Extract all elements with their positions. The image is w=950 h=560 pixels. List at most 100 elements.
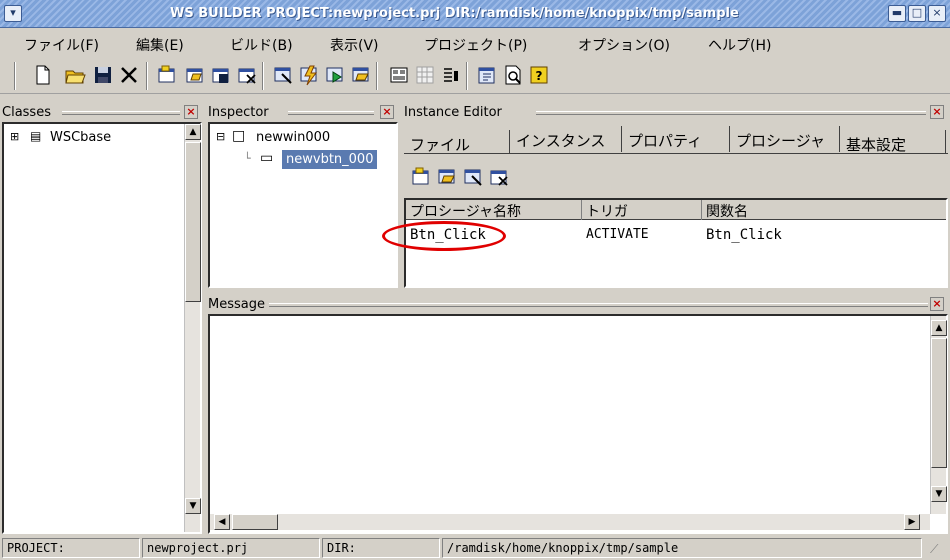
instance-editor-close-icon[interactable]: × <box>930 105 944 119</box>
column-procedure-name[interactable]: プロシージャ名称 <box>406 200 582 220</box>
status-project-label: PROJECT: <box>2 538 140 558</box>
tab-file[interactable]: ファイル <box>404 130 510 154</box>
scroll-up-icon[interactable]: ▲ <box>931 320 947 336</box>
grid-icon[interactable] <box>414 64 436 86</box>
layout-icon[interactable] <box>388 64 410 86</box>
toolbar-separator <box>146 62 148 90</box>
toolbar: ? <box>0 58 950 94</box>
message-area[interactable]: ▲ ▼ ◀ ▶ <box>208 314 948 534</box>
inspector-tree[interactable]: ⊟ □ newwin000 └ ▭ newvbtn_000 <box>208 122 398 288</box>
classes-title: Classes <box>2 105 55 120</box>
toolbar-separator <box>376 62 378 90</box>
tab-basic-settings[interactable]: 基本設定 <box>840 130 946 154</box>
expand-icon[interactable]: ⊞ <box>10 130 19 143</box>
menu-help[interactable]: ヘルプ(H) <box>708 35 771 55</box>
open-procedure-icon[interactable] <box>436 166 458 188</box>
scroll-thumb[interactable] <box>185 142 201 302</box>
scroll-right-icon[interactable]: ▶ <box>904 514 920 530</box>
menu-project[interactable]: プロジェクト(P) <box>424 35 527 55</box>
instance-editor-title: Instance Editor <box>404 105 506 120</box>
inspect-icon[interactable] <box>476 64 498 86</box>
save-icon[interactable] <box>92 64 114 86</box>
menu-bar: ファイル(F) 編集(E) ビルド(B) 表示(V) プロジェクト(P) オプシ… <box>0 30 950 56</box>
message-header: Message × <box>208 296 948 314</box>
inspector-close-icon[interactable]: × <box>380 105 394 119</box>
run-icon[interactable] <box>324 64 346 86</box>
menu-build[interactable]: ビルド(B) <box>230 35 293 55</box>
toolbar-separator <box>14 62 16 90</box>
status-dir-value: /ramdisk/home/knoppix/tmp/sample <box>442 538 922 558</box>
menu-edit[interactable]: 編集(E) <box>136 35 184 55</box>
tab-property[interactable]: プロパティ <box>622 126 730 152</box>
classes-tree[interactable]: ⊞ ▤ WSCbase ▲ ▼ <box>2 122 202 534</box>
inspector-item-newwin000[interactable]: newwin000 <box>256 130 330 145</box>
preview-icon[interactable] <box>502 64 524 86</box>
delete-icon[interactable] <box>118 64 140 86</box>
button-icon: ▭ <box>260 150 274 166</box>
tree-connector: └ <box>244 152 251 165</box>
trigger-cell: ACTIVATE <box>586 227 649 242</box>
collapse-icon[interactable]: ⊟ <box>216 130 225 143</box>
scroll-down-icon[interactable]: ▼ <box>931 486 947 502</box>
column-function-name[interactable]: 関数名 <box>702 200 946 220</box>
procedure-table[interactable]: プロシージャ名称 トリガ 関数名 Btn_Click ACTIVATE Btn_… <box>382 198 948 288</box>
classes-close-icon[interactable]: × <box>184 105 198 119</box>
status-dir-label: DIR: <box>322 538 440 558</box>
save-window-icon[interactable] <box>210 64 232 86</box>
table-row[interactable]: Btn_Click ACTIVATE Btn_Click <box>382 221 946 251</box>
scroll-down-icon[interactable]: ▼ <box>185 498 201 514</box>
close-icon[interactable]: × <box>928 5 946 22</box>
classes-header: Classes × <box>2 104 202 122</box>
class-icon: ▤ <box>30 129 42 143</box>
inspector-header: Inspector × <box>208 104 398 122</box>
toolbar-separator <box>262 62 264 90</box>
maximize-icon[interactable]: □ <box>908 5 926 22</box>
instance-editor-header: Instance Editor × <box>404 104 948 122</box>
hscroll-thumb[interactable] <box>232 514 278 530</box>
new-window-icon[interactable] <box>156 64 178 86</box>
column-trigger[interactable]: トリガ <box>582 200 702 220</box>
procedure-toolbar <box>404 158 948 198</box>
window-menu-icon[interactable]: ▾ <box>4 5 22 22</box>
inspector-title: Inspector <box>208 105 273 120</box>
toolbar-separator <box>466 62 468 90</box>
window-icon: □ <box>232 128 246 144</box>
function-name-cell: Btn_Click <box>706 227 782 243</box>
menu-options[interactable]: オプション(O) <box>578 35 670 55</box>
resize-grip-icon[interactable]: ⟋ <box>930 542 938 557</box>
svg-text:?: ? <box>536 69 543 83</box>
classes-scrollbar[interactable]: ▲ ▼ <box>184 124 201 532</box>
scroll-up-icon[interactable]: ▲ <box>185 124 201 140</box>
inspector-item-newvbtn-000[interactable]: newvbtn_000 <box>282 150 378 169</box>
open-window-icon[interactable] <box>184 64 206 86</box>
scroll-thumb[interactable] <box>931 338 947 468</box>
scroll-left-icon[interactable]: ◀ <box>214 514 230 530</box>
new-file-icon[interactable] <box>32 64 54 86</box>
open-folder-icon[interactable] <box>64 64 86 86</box>
message-vscrollbar[interactable]: ▲ ▼ <box>930 316 947 514</box>
delete-procedure-icon[interactable] <box>488 166 510 188</box>
new-instance-icon[interactable] <box>272 64 294 86</box>
status-project-value: newproject.prj <box>142 538 320 558</box>
tab-instance[interactable]: インスタンス <box>510 126 622 152</box>
tab-procedure[interactable]: プロシージャ <box>730 126 840 152</box>
class-item-wscbase[interactable]: WSCbase <box>50 130 111 145</box>
menu-view[interactable]: 表示(V) <box>330 35 379 55</box>
title-bar[interactable]: ▾ WS BUILDER PROJECT:newproject.prj DIR:… <box>0 0 950 28</box>
add-procedure-icon[interactable] <box>410 166 432 188</box>
procedure-table-header: プロシージャ名称 トリガ 関数名 <box>406 200 946 220</box>
menu-file[interactable]: ファイル(F) <box>24 35 99 55</box>
list-icon[interactable] <box>440 64 462 86</box>
minimize-icon[interactable]: ▬ <box>888 5 906 22</box>
message-close-icon[interactable]: × <box>930 297 944 311</box>
instance-editor-tabs: ファイル インスタンス プロパティ プロシージャ 基本設定 <box>404 126 948 154</box>
status-bar: PROJECT: newproject.prj DIR: /ramdisk/ho… <box>0 536 950 560</box>
edit-procedure-icon[interactable] <box>462 166 484 188</box>
delete-window-icon[interactable] <box>236 64 258 86</box>
build-icon[interactable] <box>298 64 320 86</box>
window-title: WS BUILDER PROJECT:newproject.prj DIR:/r… <box>170 6 739 21</box>
search-icon[interactable] <box>350 64 372 86</box>
message-hscrollbar[interactable]: ◀ ▶ <box>210 514 930 530</box>
help-icon[interactable]: ? <box>528 64 550 86</box>
highlight-circle <box>382 221 506 251</box>
